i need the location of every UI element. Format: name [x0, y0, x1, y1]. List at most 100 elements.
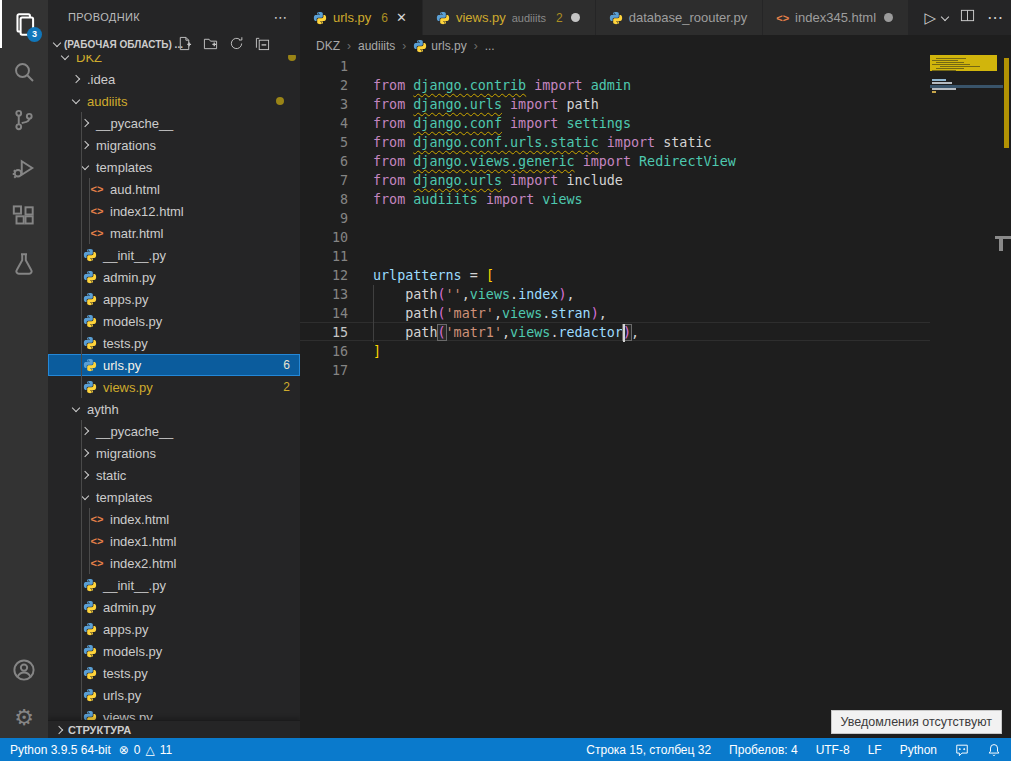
- encoding[interactable]: UTF-8: [816, 743, 850, 757]
- tab-views.py[interactable]: views.pyaudiiits2: [423, 0, 596, 35]
- python-file-icon: [82, 621, 98, 637]
- language-mode[interactable]: Python: [900, 743, 937, 757]
- run-button[interactable]: ▷: [924, 9, 936, 27]
- tree-item-urls.py[interactable]: urls.py: [48, 684, 300, 706]
- tree-item-aud.html[interactable]: <>aud.html: [48, 178, 300, 200]
- code-editor[interactable]: 12from django.contrib import admin3from …: [300, 57, 1011, 738]
- python-file-icon: [609, 11, 623, 25]
- indentation[interactable]: Пробелов: 4: [729, 743, 798, 757]
- python-file-icon: [82, 269, 98, 285]
- code-line-2[interactable]: 2from django.contrib import admin: [300, 76, 930, 95]
- sidebar-more-icon[interactable]: ⋯: [274, 0, 288, 35]
- code-line-17[interactable]: 17: [300, 361, 930, 380]
- collapse-folders-icon[interactable]: [255, 36, 270, 55]
- tree-item-__pycache__[interactable]: __pycache__: [48, 112, 300, 134]
- tree-item-index2.html[interactable]: <>index2.html: [48, 552, 300, 574]
- run-debug-icon[interactable]: [0, 144, 48, 192]
- tree-item-templates[interactable]: templates: [48, 486, 300, 508]
- tree-item-apps.py[interactable]: apps.py: [48, 618, 300, 640]
- search-icon[interactable]: [0, 48, 48, 96]
- python-interpreter[interactable]: Python 3.9.5 64-bit: [10, 743, 111, 757]
- editor-more-icon[interactable]: ⋯: [987, 8, 1003, 27]
- code-line-14[interactable]: 14 path('matr',views.stran),: [300, 304, 930, 323]
- tree-item-label: admin.py: [103, 600, 156, 615]
- code-line-8[interactable]: 8from audiiits import views: [300, 190, 930, 209]
- notifications-tooltip: Уведомления отсутствуют: [831, 710, 1002, 734]
- chevron-right-icon: [72, 75, 80, 83]
- tree-item-migrations[interactable]: migrations: [48, 134, 300, 156]
- tree-item-__init__.py[interactable]: __init__.py: [48, 574, 300, 596]
- structure-section-header[interactable]: СТРУКТУРА: [48, 720, 300, 738]
- tree-item-urls.py[interactable]: urls.py6: [48, 354, 300, 376]
- tab-database_roouter.py[interactable]: database_roouter.py: [596, 0, 764, 35]
- tree-item-tests.py[interactable]: tests.py: [48, 662, 300, 684]
- source-control-icon[interactable]: [0, 96, 48, 144]
- code-line-6[interactable]: 6from django.views.generic import Redire…: [300, 152, 930, 171]
- html-file-icon: <>: [776, 12, 789, 24]
- extensions-icon[interactable]: [0, 192, 48, 240]
- tree-item-views.py[interactable]: views.py2: [48, 376, 300, 398]
- tab-urls.py[interactable]: urls.py6✕: [300, 0, 423, 35]
- breadcrumb[interactable]: DKZ›audiiits›urls.py›...: [300, 35, 1011, 57]
- chevron-right-icon: [81, 141, 89, 149]
- split-editor-icon[interactable]: [960, 8, 975, 27]
- tab-index345.html[interactable]: <>index345.html: [763, 0, 909, 35]
- explorer-icon[interactable]: 3: [0, 0, 48, 48]
- testing-icon[interactable]: [0, 240, 48, 288]
- minimap[interactable]: [930, 57, 997, 738]
- problems-indicator[interactable]: ⊗0 △11: [119, 743, 172, 757]
- tree-item-index.html[interactable]: <>index.html: [48, 508, 300, 530]
- code-line-16[interactable]: 16]: [300, 342, 930, 361]
- refresh-icon[interactable]: [229, 36, 244, 55]
- tree-item-models.py[interactable]: models.py: [48, 640, 300, 662]
- tree-item-apps.py[interactable]: apps.py: [48, 288, 300, 310]
- settings-gear-icon[interactable]: ⚙: [0, 694, 48, 742]
- breadcrumb-item[interactable]: audiiits: [358, 39, 395, 53]
- notifications-bell-icon[interactable]: [987, 743, 1001, 757]
- line-number: 6: [300, 152, 348, 171]
- breadcrumb-item[interactable]: urls.py: [431, 39, 466, 53]
- tree-item-label: audiiits: [87, 94, 127, 109]
- code-line-11[interactable]: 11: [300, 247, 930, 266]
- tree-item-tests.py[interactable]: tests.py: [48, 332, 300, 354]
- feedback-icon[interactable]: [955, 743, 969, 757]
- code-line-3[interactable]: 3from django.urls import path: [300, 95, 930, 114]
- tree-item-.idea[interactable]: .idea: [48, 68, 300, 90]
- tree-item-audiiits[interactable]: audiiits: [48, 90, 300, 112]
- line-number: 3: [300, 95, 348, 114]
- eol-sequence[interactable]: LF: [868, 743, 882, 757]
- tree-item-admin.py[interactable]: admin.py: [48, 266, 300, 288]
- breadcrumb-item[interactable]: ...: [485, 39, 495, 53]
- code-line-9[interactable]: 9: [300, 209, 930, 228]
- new-folder-icon[interactable]: [203, 36, 218, 55]
- new-file-icon[interactable]: [177, 36, 192, 55]
- close-icon[interactable]: ✕: [396, 10, 407, 25]
- code-line-4[interactable]: 4from django.conf import settings: [300, 114, 930, 133]
- code-line-10[interactable]: 10: [300, 228, 930, 247]
- tree-item-index1.html[interactable]: <>index1.html: [48, 530, 300, 552]
- code-line-5[interactable]: 5from django.conf.urls.static import sta…: [300, 133, 930, 152]
- tree-item-migrations[interactable]: migrations: [48, 442, 300, 464]
- account-icon[interactable]: [0, 646, 48, 694]
- code-line-7[interactable]: 7from django.urls import include: [300, 171, 930, 190]
- problems-badge: 2: [283, 380, 290, 394]
- tree-item-models.py[interactable]: models.py: [48, 310, 300, 332]
- tree-item-matr.html[interactable]: <>matr.html: [48, 222, 300, 244]
- tree-item-templates[interactable]: templates: [48, 156, 300, 178]
- run-dropdown-icon[interactable]: [941, 12, 949, 20]
- tree-item-label: models.py: [103, 644, 162, 659]
- breadcrumb-item[interactable]: DKZ: [316, 39, 340, 53]
- html-file-icon: <>: [89, 511, 105, 527]
- code-line-15[interactable]: 15 path('matr1',views.redactor),: [300, 323, 930, 342]
- tree-item-__init__.py[interactable]: __init__.py: [48, 244, 300, 266]
- code-line-1[interactable]: 1: [300, 57, 930, 76]
- code-line-13[interactable]: 13 path('',views.index),: [300, 285, 930, 304]
- cursor-position[interactable]: Строка 15, столбец 32: [586, 743, 711, 757]
- tree-item-__pycache__[interactable]: __pycache__: [48, 420, 300, 442]
- tree-item-index12.html[interactable]: <>index12.html: [48, 200, 300, 222]
- tree-item-static[interactable]: static: [48, 464, 300, 486]
- html-file-icon: <>: [89, 225, 105, 241]
- code-line-12[interactable]: 12urlpatterns = [: [300, 266, 930, 285]
- tree-item-aythh[interactable]: aythh: [48, 398, 300, 420]
- tree-item-admin.py[interactable]: admin.py: [48, 596, 300, 618]
